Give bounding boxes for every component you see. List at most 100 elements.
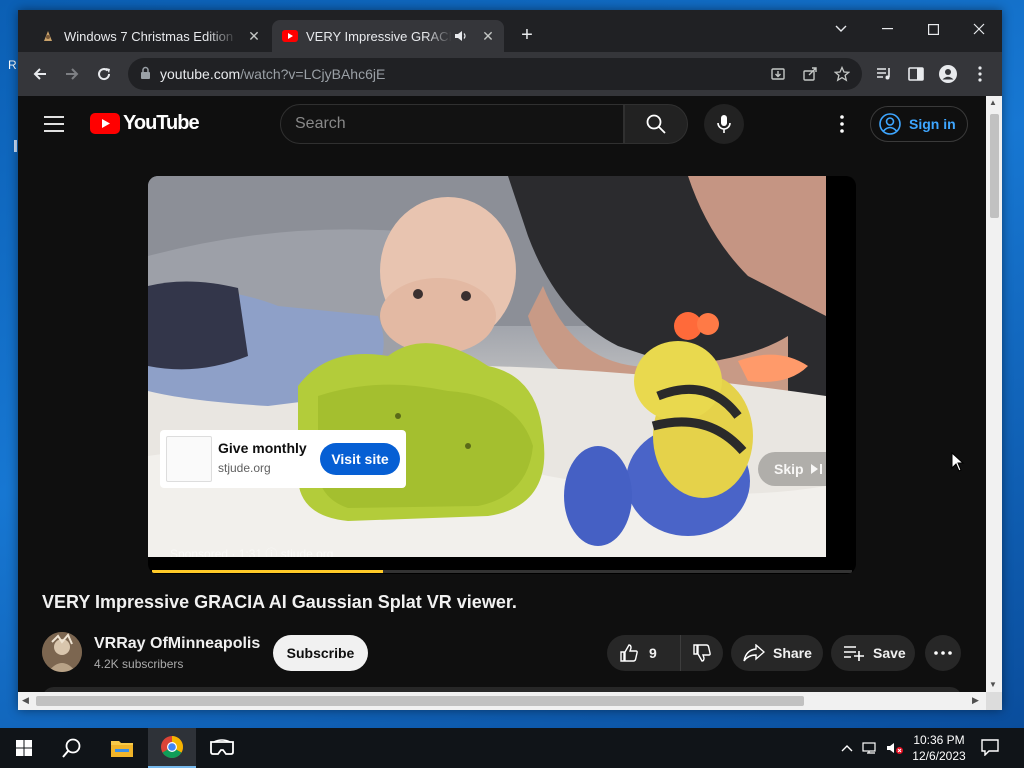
tab-youtube[interactable]: VERY Impressive GRACIA AI ✕ xyxy=(272,20,504,52)
ad-info-bar: Sponsored · 1:31 ⓘ stjude.org xyxy=(170,545,333,557)
skip-label: Skip xyxy=(774,461,804,477)
more-actions-button[interactable] xyxy=(925,635,961,671)
youtube-favicon-icon xyxy=(282,28,298,44)
horizontal-scroll-thumb[interactable] xyxy=(36,696,804,706)
like-dislike-group: 9 xyxy=(607,635,723,671)
scroll-up-arrow-icon[interactable]: ▲ xyxy=(989,98,997,107)
side-panel-icon[interactable] xyxy=(906,64,926,84)
reload-button[interactable] xyxy=(90,60,118,88)
browser-toolbar: youtube.com/watch?v=LCjyBAhc6jE xyxy=(18,52,1002,96)
visit-site-button[interactable]: Visit site xyxy=(320,443,400,475)
chrome-menu-icon[interactable] xyxy=(970,64,990,84)
tab-windows7[interactable]: Windows 7 Christmas Edition 20 ✕ xyxy=(30,20,270,52)
maximize-button[interactable] xyxy=(910,14,956,44)
vertical-scroll-thumb[interactable] xyxy=(990,114,999,218)
scroll-down-arrow-icon[interactable]: ▼ xyxy=(989,680,997,689)
new-tab-button[interactable]: + xyxy=(516,25,538,47)
youtube-logo[interactable]: YouTube xyxy=(90,112,200,135)
close-tab-icon[interactable]: ✕ xyxy=(244,26,264,46)
channel-name[interactable]: VRRay OfMinneapolis xyxy=(94,635,260,653)
minimize-button[interactable] xyxy=(864,14,910,44)
taskbar-search-button[interactable] xyxy=(48,728,96,768)
taskbar-chrome[interactable] xyxy=(148,728,196,768)
info-icon[interactable]: ⓘ xyxy=(265,547,277,557)
bookmark-star-icon[interactable] xyxy=(832,64,852,84)
file-explorer-icon xyxy=(111,741,133,757)
clock-date: 12/6/2023 xyxy=(912,749,966,763)
taskbar-vr-app[interactable] xyxy=(198,728,246,768)
share-arrow-icon xyxy=(743,644,765,662)
ad-time: 1:31 xyxy=(238,547,263,557)
video-title: VERY Impressive GRACIA AI Gaussian Splat… xyxy=(42,592,517,612)
close-tab-icon[interactable]: ✕ xyxy=(478,26,498,46)
start-icon xyxy=(16,740,32,756)
address-bar[interactable]: youtube.com/watch?v=LCjyBAhc6jE xyxy=(128,58,862,90)
dislike-button[interactable] xyxy=(681,643,723,663)
chrome-icon xyxy=(161,736,183,758)
tab-title: Windows 7 Christmas Edition 20 xyxy=(64,28,238,44)
search-input[interactable] xyxy=(295,113,605,135)
show-hidden-icons-icon[interactable] xyxy=(838,740,856,756)
share-button[interactable]: Share xyxy=(731,635,823,671)
url-text: youtube.com/watch?v=LCjyBAhc6jE xyxy=(160,66,386,82)
volume-muted-icon[interactable] xyxy=(886,740,904,756)
media-control-icon[interactable] xyxy=(874,64,894,84)
subscriber-count: 4.2K subscribers xyxy=(94,657,184,671)
share-label: Share xyxy=(773,645,812,661)
profile-icon[interactable] xyxy=(938,64,958,84)
notification-center-icon[interactable] xyxy=(980,738,1002,758)
sign-in-button[interactable]: Sign in xyxy=(870,106,968,142)
mouse-cursor-icon xyxy=(951,451,965,477)
webpage-icon xyxy=(40,28,56,44)
tab-title: VERY Impressive GRACIA AI xyxy=(306,28,452,44)
voice-search-button[interactable] xyxy=(704,104,744,144)
subscribe-button[interactable]: Subscribe xyxy=(273,635,368,671)
video-player[interactable]: Give monthly stjude.org Visit site Skip … xyxy=(148,176,856,574)
start-button[interactable] xyxy=(0,728,48,768)
guide-menu-icon[interactable] xyxy=(44,116,66,137)
like-count: 9 xyxy=(649,645,657,661)
ad-card[interactable]: Give monthly stjude.org Visit site xyxy=(160,430,406,488)
back-button[interactable] xyxy=(26,60,54,88)
desktop-icon[interactable] xyxy=(14,140,17,152)
chrome-window: Windows 7 Christmas Edition 20 ✕ VERY Im… xyxy=(18,10,1002,710)
save-button[interactable]: Save xyxy=(831,635,915,671)
video-image xyxy=(148,176,826,557)
share-icon[interactable] xyxy=(800,64,820,84)
more-horizontal-icon xyxy=(934,651,952,655)
lock-icon[interactable] xyxy=(140,66,151,85)
account-circle-icon xyxy=(879,113,901,135)
close-window-button[interactable] xyxy=(956,14,1002,44)
tab-search-button[interactable] xyxy=(818,14,864,44)
ad-progress-fill xyxy=(152,570,383,573)
install-app-icon[interactable] xyxy=(768,64,788,84)
search-box[interactable] xyxy=(280,104,624,144)
speaker-icon[interactable] xyxy=(452,30,470,42)
like-button[interactable]: 9 xyxy=(607,635,681,671)
horizontal-scrollbar[interactable]: ◀ ▶ xyxy=(18,692,986,710)
skip-ad-button[interactable]: Skip xyxy=(758,452,826,486)
forward-button[interactable] xyxy=(58,60,86,88)
sign-in-label: Sign in xyxy=(909,116,956,132)
desktop-icon-label[interactable]: R xyxy=(8,58,17,72)
taskbar-file-explorer[interactable] xyxy=(98,728,146,768)
scroll-right-arrow-icon[interactable]: ▶ xyxy=(972,695,979,706)
vr-headset-icon xyxy=(210,739,234,755)
sponsored-label: Sponsored xyxy=(170,547,229,557)
skip-next-icon xyxy=(810,464,822,474)
scrollbar-corner xyxy=(986,692,1002,710)
network-icon[interactable] xyxy=(862,740,880,756)
system-clock[interactable]: 10:36 PM 12/6/2023 xyxy=(906,732,972,764)
scroll-left-arrow-icon[interactable]: ◀ xyxy=(22,695,29,706)
search-button[interactable] xyxy=(624,104,688,144)
search-icon xyxy=(62,738,81,758)
vertical-scrollbar[interactable]: ▲ ▼ xyxy=(986,96,1002,692)
video-frame[interactable]: Give monthly stjude.org Visit site Skip … xyxy=(148,176,826,557)
search-icon xyxy=(646,114,666,134)
taskbar: 10:36 PM 12/6/2023 xyxy=(0,728,1024,768)
ad-info-domain[interactable]: stjude.org xyxy=(281,547,334,557)
ad-thumbnail[interactable] xyxy=(166,436,212,482)
channel-avatar[interactable] xyxy=(42,632,82,672)
settings-more-icon[interactable] xyxy=(830,112,854,136)
thumbs-down-icon xyxy=(693,644,711,662)
